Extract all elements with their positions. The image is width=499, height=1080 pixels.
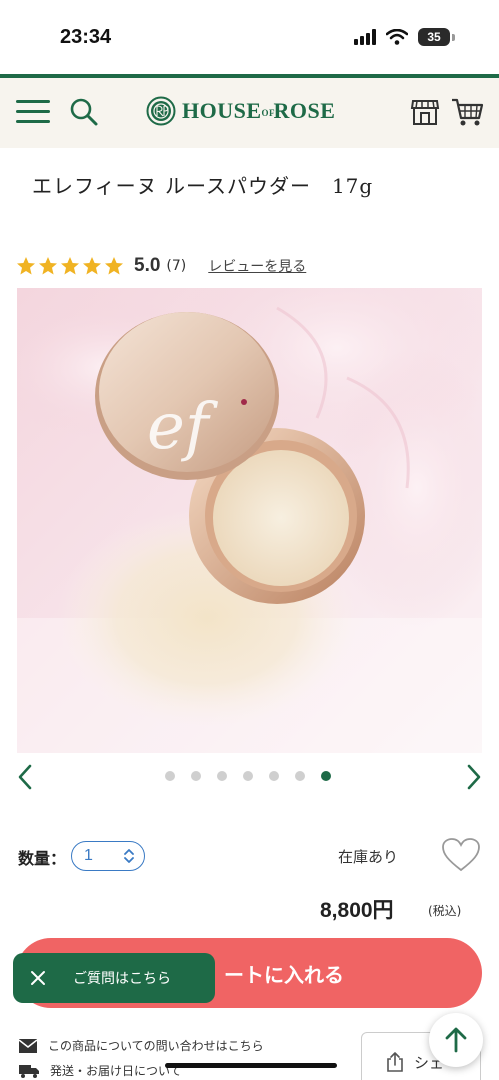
star-icon [39, 257, 57, 275]
cart-icon [452, 98, 484, 126]
star-icon [17, 257, 35, 275]
loose-powder-illustration: ef [17, 288, 482, 753]
wifi-icon [386, 29, 408, 45]
product-inquiry-text: この商品についての問い合わせはこちら [48, 1039, 264, 1053]
favorite-button[interactable] [440, 836, 482, 874]
faq-label: ご質問はこちら [73, 971, 171, 987]
mail-icon [18, 1038, 38, 1053]
carousel-next-button[interactable] [463, 762, 485, 792]
carousel-dot[interactable] [243, 771, 253, 781]
signal-icon [354, 29, 376, 45]
carousel-prev-button[interactable] [14, 762, 36, 792]
home-indicator [165, 1063, 337, 1068]
site-header: HOUSEOFROSE [0, 78, 499, 148]
chevron-right-icon [467, 764, 481, 790]
lid-monogram: ef [147, 390, 219, 464]
heart-icon [442, 838, 480, 872]
store-icon [410, 100, 440, 125]
truck-icon [19, 1064, 39, 1078]
status-bar: 23:34 35 [0, 0, 499, 74]
star-icon [61, 257, 79, 275]
chevron-updown-icon [124, 849, 134, 863]
tax-note: (税込) [428, 904, 462, 918]
carousel-dot[interactable] [217, 771, 227, 781]
quantity-value: 1 [84, 847, 93, 864]
carousel-dot[interactable] [191, 771, 201, 781]
quantity-label: 数量： [18, 849, 67, 868]
scroll-to-top-button[interactable] [429, 1013, 483, 1067]
rose-emblem-icon [146, 96, 176, 126]
star-icon [83, 257, 101, 275]
battery-cap [452, 33, 455, 41]
store-button[interactable] [410, 96, 440, 128]
product-inquiry-link[interactable]: この商品についての問い合わせはこちら [18, 1037, 264, 1054]
status-time: 23:34 [60, 26, 112, 48]
search-icon [70, 98, 98, 126]
star-icon [105, 257, 123, 275]
faq-chip[interactable]: ご質問はこちら [13, 953, 215, 1003]
menu-button[interactable] [16, 98, 50, 126]
cart-button[interactable] [450, 96, 484, 128]
carousel-dot[interactable] [295, 771, 305, 781]
rating-value: 5.0 [134, 255, 161, 276]
status-icons: 35 [354, 28, 455, 46]
close-icon[interactable] [29, 969, 47, 987]
arrow-up-icon [445, 1027, 467, 1053]
quantity-select[interactable]: 1 [71, 841, 145, 871]
review-count: (7) [166, 258, 187, 274]
product-price: 8,800円 [320, 899, 394, 922]
product-title: エレフィーヌ ルースパウダー 17g [32, 174, 374, 198]
rating-row: 5.0 (7) レビューを見る [16, 255, 306, 277]
product-image[interactable]: ef [17, 288, 482, 753]
logo-text: HOUSEOFROSE [182, 98, 336, 123]
star-rating [16, 256, 124, 276]
shipping-info-link[interactable]: 発送・お届け日について [18, 1062, 182, 1079]
carousel-dot[interactable] [269, 771, 279, 781]
share-icon [387, 1052, 403, 1072]
chevron-left-icon [18, 764, 32, 790]
battery-icon: 35 [418, 28, 450, 46]
shipping-info-text: 発送・お届け日について [50, 1064, 182, 1078]
carousel-dots [165, 771, 331, 781]
site-logo[interactable]: HOUSEOFROSE [146, 96, 335, 126]
view-reviews-link[interactable]: レビューを見る [208, 256, 306, 276]
stock-status: 在庫あり [338, 848, 399, 866]
carousel-dot-active[interactable] [321, 771, 331, 781]
carousel-dot[interactable] [165, 771, 175, 781]
search-button[interactable] [68, 96, 100, 128]
